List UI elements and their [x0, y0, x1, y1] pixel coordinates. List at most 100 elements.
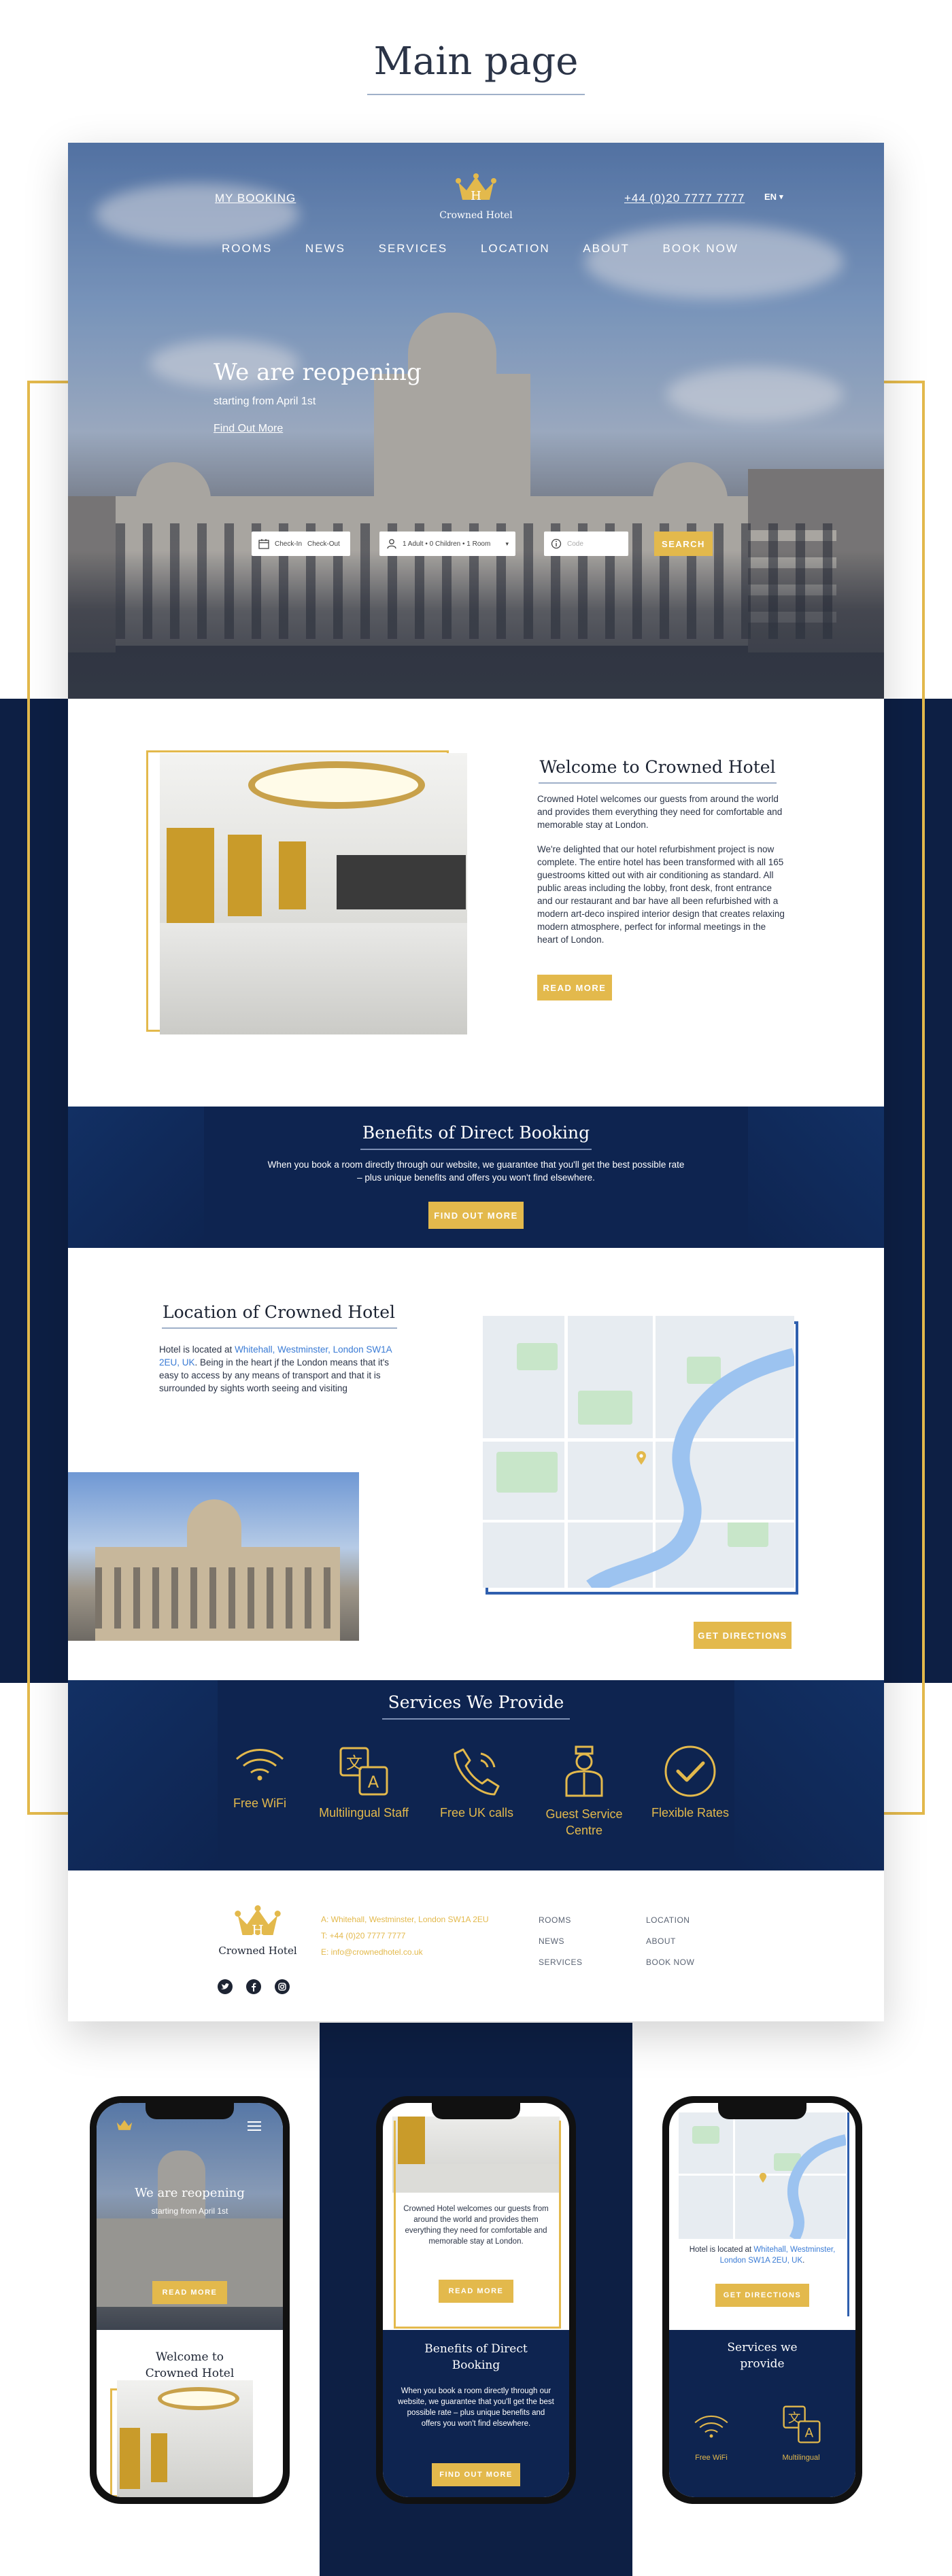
nav-services[interactable]: SERVICES [379, 242, 448, 256]
mobile-location-text-after: . [802, 2257, 805, 2265]
mobile-location-map[interactable] [679, 2112, 846, 2239]
service-label: Flexible Rates [651, 1806, 730, 1820]
svg-text:文: 文 [346, 1754, 362, 1773]
crown-logo-icon: H [235, 1905, 281, 1938]
benefits-text: When you book a room directly through ou… [267, 1160, 685, 1183]
date-range-field[interactable]: Check-In Check-Out [252, 532, 350, 556]
hero-headline: We are reopening [214, 359, 422, 386]
info-icon [551, 538, 562, 549]
mobile-get-directions-button[interactable]: GET DIRECTIONS [715, 2284, 809, 2307]
footer-links-col-1: ROOMS NEWS SERVICES [539, 1910, 582, 1973]
elevator-door [228, 835, 262, 916]
welcome-title-underline [539, 782, 777, 784]
services-title: Services We Provide [388, 1692, 564, 1712]
footer-link-rooms[interactable]: ROOMS [539, 1910, 582, 1931]
instagram-icon[interactable] [275, 1979, 290, 1994]
crown-logo-icon: H [456, 173, 496, 203]
nav-book-now[interactable]: BOOK NOW [663, 242, 738, 256]
mobile-find-out-more-button[interactable]: FIND OUT MORE [432, 2463, 520, 2486]
person-icon [387, 539, 396, 549]
mobile-read-more-button[interactable]: READ MORE [439, 2280, 513, 2303]
mobile-service-label: Free WiFi [695, 2454, 728, 2462]
get-directions-button[interactable]: GET DIRECTIONS [694, 1622, 792, 1649]
footer-link-news[interactable]: NEWS [539, 1931, 582, 1952]
location-section: Location of Crowned Hotel Hotel is locat… [68, 1248, 884, 1680]
find-out-more-link[interactable]: Find Out More [214, 423, 283, 435]
chevron-down-icon: ▾ [505, 540, 509, 547]
main-nav: ROOMS NEWS SERVICES LOCATION ABOUT BOOK … [222, 242, 738, 256]
footer-address[interactable]: A: Whitehall, Westminster, London SW1A 2… [321, 1911, 489, 1928]
svg-text:文: 文 [788, 2412, 801, 2426]
mobile-services-title: Services we provide [727, 2341, 798, 2371]
svg-text:H: H [252, 1922, 264, 1938]
svg-text:H: H [471, 189, 481, 203]
phone-notch [718, 2103, 806, 2119]
my-booking-link[interactable]: MY BOOKING [215, 192, 296, 205]
chevron-down-icon: ▾ [779, 193, 783, 201]
mobile-service-label: Multilingual [782, 2454, 820, 2462]
phone-notch [146, 2103, 234, 2119]
location-map[interactable] [483, 1316, 794, 1588]
service-label: Multilingual Staff [319, 1806, 409, 1820]
language-selector[interactable]: EN ▾ [764, 192, 783, 202]
footer-link-book-now[interactable]: BOOK NOW [646, 1952, 694, 1973]
hotel-photo [68, 1472, 359, 1641]
site-footer: H Crowned Hotel A: Whitehall, Westminste… [68, 1870, 884, 2021]
promo-code-field[interactable]: Code [544, 532, 628, 556]
location-title: Location of Crowned Hotel [162, 1302, 396, 1322]
service-label: Free WiFi [233, 1796, 286, 1810]
decor-ray-left [68, 1680, 218, 1870]
phone-screen: We are reopening starting from April 1st… [97, 2103, 283, 2497]
calendar-icon [258, 539, 269, 549]
find-out-more-button[interactable]: FIND OUT MORE [428, 1202, 524, 1229]
services-section: Services We Provide Free WiFi 文 A Multil… [68, 1680, 884, 1870]
nav-location[interactable]: LOCATION [481, 242, 550, 256]
social-links [218, 1979, 290, 1994]
phone-screen: Hotel is located at Whitehall, Westminst… [669, 2103, 855, 2497]
footer-link-location[interactable]: LOCATION [646, 1910, 694, 1931]
translate-icon: 文 A [339, 1747, 388, 1796]
footer-phone[interactable]: T: +44 (0)20 7777 7777 [321, 1928, 489, 1944]
benefits-title-underline [360, 1149, 592, 1150]
footer-link-services[interactable]: SERVICES [539, 1952, 582, 1973]
nav-rooms[interactable]: ROOMS [222, 242, 272, 256]
hero-subline: starting from April 1st [214, 396, 316, 407]
guests-field[interactable]: 1 Adult • 0 Children • 1 Room ▾ [379, 532, 515, 556]
hero-overlay [68, 143, 884, 699]
footer-logo[interactable]: H Crowned Hotel [214, 1904, 302, 1957]
mobile-hero-subline: starting from April 1st [151, 2206, 228, 2216]
elevator-door [167, 828, 214, 930]
map-frame-edge [847, 2112, 849, 2316]
mobile-benefits-section: Benefits of Direct Booking When you book… [383, 2330, 569, 2497]
facebook-icon[interactable] [246, 1979, 261, 1994]
lobby-back-wall [337, 855, 466, 909]
service-label: Free UK calls [439, 1806, 514, 1820]
read-more-button[interactable]: READ MORE [537, 975, 612, 1000]
nav-news[interactable]: NEWS [305, 242, 345, 256]
elevator-door [279, 841, 306, 909]
footer-contacts: A: Whitehall, Westminster, London SW1A 2… [321, 1911, 489, 1960]
mobile-location-text: Hotel is located at Whitehall, Westminst… [681, 2244, 843, 2266]
phone-notch [432, 2103, 520, 2119]
hamburger-menu-icon[interactable] [248, 2121, 261, 2131]
phone-link[interactable]: +44 (0)20 7777 7777 [624, 192, 745, 205]
wifi-icon [694, 2415, 728, 2438]
mobile-read-more-button[interactable]: READ MORE [152, 2281, 227, 2304]
footer-email[interactable]: E: info@crownedhotel.co.uk [321, 1944, 489, 1960]
mobile-location-text-before: Hotel is located at [689, 2246, 754, 2254]
search-button[interactable]: SEARCH [654, 532, 713, 556]
location-text-before: Hotel is located at [159, 1344, 235, 1355]
service-item-wifi: Free WiFi [218, 1744, 302, 1811]
logo[interactable]: H Crowned Hotel [439, 173, 513, 221]
language-label: EN [764, 192, 777, 202]
location-title-underline [162, 1327, 397, 1329]
twitter-icon[interactable] [218, 1979, 233, 1994]
hotel-photo-dome [187, 1499, 241, 1561]
service-item-multilingual: 文 A Multilingual Staff [313, 1744, 415, 1820]
map-pin-icon [759, 2172, 767, 2183]
nav-about[interactable]: ABOUT [583, 242, 630, 256]
footer-link-about[interactable]: ABOUT [646, 1931, 694, 1952]
code-placeholder: Code [567, 540, 583, 548]
lobby-image [160, 753, 467, 1034]
crown-logo-icon [116, 2120, 133, 2130]
